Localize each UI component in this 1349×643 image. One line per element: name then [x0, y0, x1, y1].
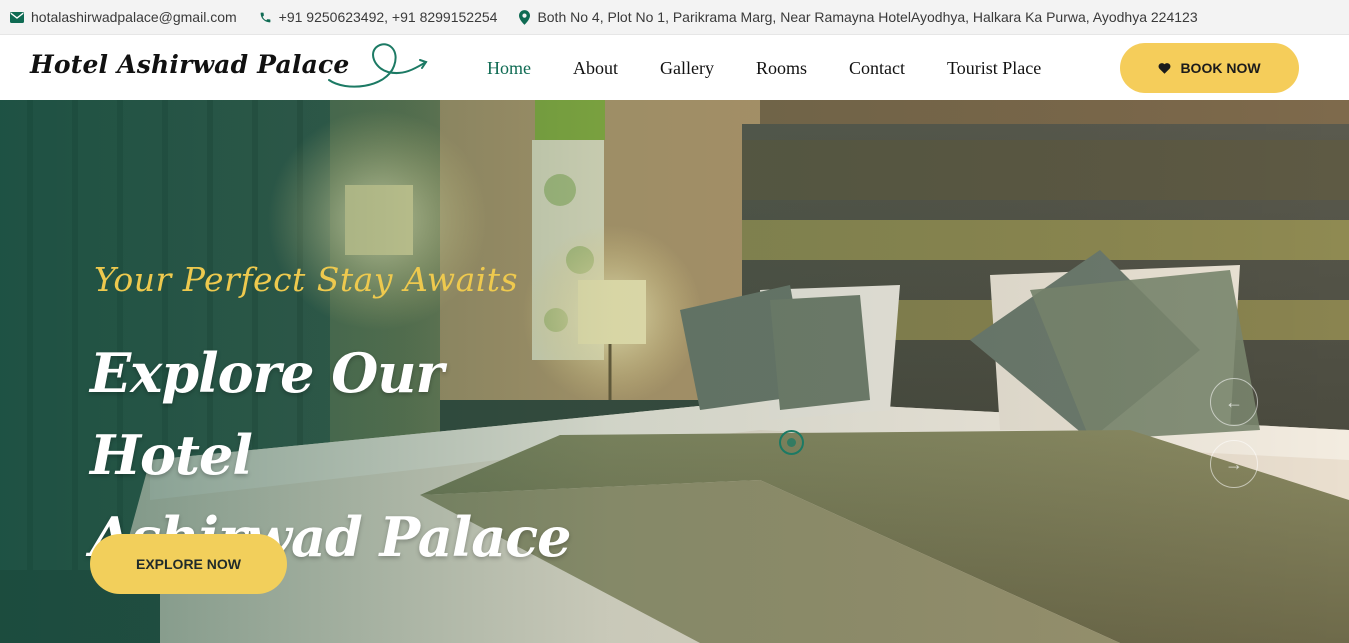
arrow-right-icon: →	[1225, 453, 1243, 474]
topbar-address-text: Both No 4, Plot No 1, Parikrama Marg, Ne…	[537, 9, 1198, 25]
topbar-email[interactable]: hotalashirwadpalace@gmail.com	[10, 9, 237, 25]
topbar-phone-text: +91 9250623492, +91 8299152254	[278, 9, 498, 25]
nav-gallery[interactable]: Gallery	[639, 58, 735, 79]
nav-home[interactable]: Home	[466, 58, 552, 79]
main-nav: Home About Gallery Rooms Contact Tourist…	[466, 36, 1062, 100]
top-contact-bar: hotalashirwadpalace@gmail.com +91 925062…	[0, 0, 1349, 35]
explore-now-button[interactable]: EXPLORE NOW	[90, 534, 287, 594]
brand-logo-text[interactable]: Hotel Ashirwad Palace	[30, 50, 350, 79]
envelope-icon	[10, 11, 24, 23]
map-marker-icon	[519, 9, 531, 25]
phone-icon	[259, 11, 272, 24]
topbar-phone[interactable]: +91 9250623492, +91 8299152254	[259, 9, 498, 25]
book-now-button[interactable]: BOOK NOW	[1120, 43, 1299, 93]
nav-contact[interactable]: Contact	[828, 58, 926, 79]
slider-pagination-dot[interactable]	[779, 430, 804, 455]
brand-swash-icon	[328, 43, 428, 88]
hero-slider: Your Perfect Stay Awaits Explore Our Hot…	[0, 100, 1349, 643]
topbar-address[interactable]: Both No 4, Plot No 1, Parikrama Marg, Ne…	[519, 9, 1198, 25]
hero-headline-line1: Explore Our Hotel	[90, 341, 444, 487]
arrow-left-icon: ←	[1225, 391, 1243, 412]
nav-tourist-place[interactable]: Tourist Place	[926, 58, 1062, 79]
topbar-email-text: hotalashirwadpalace@gmail.com	[31, 9, 237, 25]
book-now-label: BOOK NOW	[1180, 60, 1261, 76]
site-header: Hotel Ashirwad Palace Home About Gallery…	[0, 36, 1349, 100]
hero-tagline: Your Perfect Stay Awaits	[94, 260, 519, 299]
heart-icon	[1158, 62, 1171, 74]
nav-about[interactable]: About	[552, 58, 639, 79]
slider-next-button[interactable]: →	[1210, 440, 1258, 488]
nav-rooms[interactable]: Rooms	[735, 58, 828, 79]
slider-prev-button[interactable]: ←	[1210, 378, 1258, 426]
